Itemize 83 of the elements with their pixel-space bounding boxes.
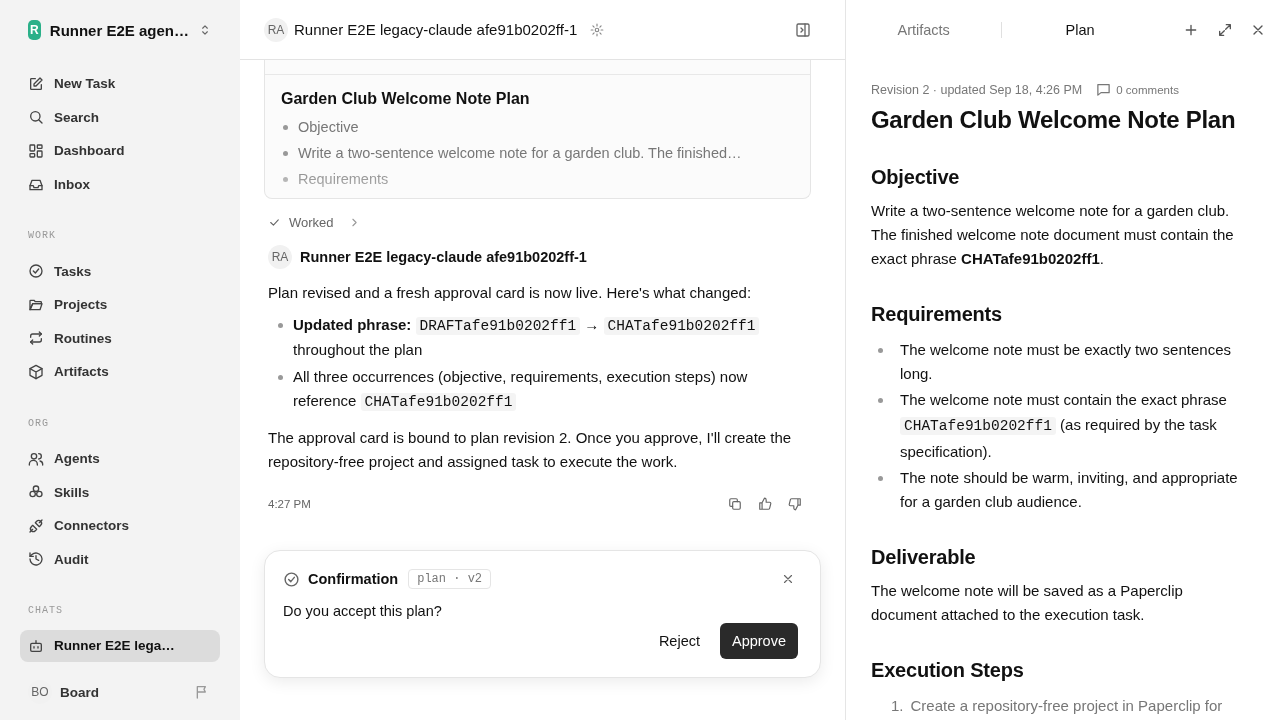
check-circle-icon [28,263,44,280]
sidebar-item[interactable]: Routines [20,322,220,355]
bullet-icon [878,398,883,403]
bullet-icon [278,323,283,328]
sidebar-item[interactable]: Connectors [20,509,220,542]
section-heading: ORG [27,417,50,429]
list-number: 1. [891,696,904,716]
list-item-text: The note should be warm, inviting, and appropriate for a garden club audience. [900,468,1239,512]
section-heading: Deliverable [871,546,977,569]
document-title: Garden Club Welcome Note Plan [871,106,1237,134]
workspace-name: Runner E2E agen… [49,21,189,39]
comments-link[interactable]: 0 comments [1096,82,1179,97]
bullet-icon [878,348,883,353]
list-item-text: The welcome note must be exactly two sentences long. [900,340,1232,384]
message-text: The approval card is bound to plan revision 2. Once you approve, I'll create the repository-free project and assigned task to execute the work. [268,428,793,472]
panel-tab[interactable]: Artifacts [846,22,1002,38]
plan-preview-card[interactable]: Garden Club Welcome Note Plan Objective Write a two-sentence welcome note for a garden club. The finished… Requirements [264,60,811,199]
reject-button[interactable]: Reject [646,623,712,659]
bullet-icon [283,124,288,130]
agent-avatar: RA [268,245,292,269]
sidebar-item[interactable]: Audit [20,543,220,576]
list-text: Create a repository-free project in Paperclip for [910,696,1223,716]
paragraph: Write a two-sentence welcome note for a garden club. The finished welcome note document must contain the exact phrase CHATafe91b0202ff1. [871,201,1235,269]
author-name: Runner E2E legacy-claude afe91b0202ff-1 [300,249,587,265]
workspace-logo: R [28,20,41,40]
history-clock-icon [28,551,44,568]
sidebar-item[interactable]: Search [20,101,220,134]
thumbs-up-icon [758,497,772,511]
section-heading: WORK [27,230,57,242]
bullet-icon [283,176,288,182]
people-icon [28,450,44,467]
plug-icon [28,517,44,534]
thumbs-down-icon [788,497,802,511]
cube-icon [28,363,44,380]
side-panel-icon [795,21,811,38]
sidebar-item[interactable]: Artifacts [20,356,220,388]
plan-title: Garden Club Welcome Note Plan [281,90,531,108]
plan-item: Objective [298,119,359,135]
list-item-text: All three occurrences (objective, requirements, execution steps) now reference CHATafe91b0202ff1 [293,367,749,413]
sidebar-item[interactable]: Projects [20,288,220,321]
sidebar-item[interactable]: New Task [20,68,220,100]
agent-avatar: RA [264,17,288,42]
user-name: Board [60,684,99,700]
bullet-icon [278,375,283,380]
plan-item: Requirements [298,171,389,187]
sidebar-item[interactable]: Skills [20,476,220,508]
panel-tab[interactable]: Plan [1002,22,1158,38]
version-tag: plan · v2 [408,569,492,589]
worked-toggle[interactable]: Worked [268,213,811,231]
check-circle-icon [283,570,300,588]
section-heading: Requirements [871,303,1003,326]
sidebar-item[interactable]: Inbox [20,168,220,201]
comment-icon [1096,82,1112,97]
repeat-arrows-icon [28,330,44,347]
list-item-text: Updated phrase: DRAFTafe91b0202ff1 → CHATafe91b0202ff1 throughout the plan [293,313,811,362]
workspace-switcher[interactable]: R Runner E2E agen… [20,18,220,42]
sidebar-item[interactable]: Tasks [20,255,220,287]
section-heading: Execution Steps [871,659,1025,682]
sidebar-item[interactable]: Runner E2E lega… [20,630,220,662]
section-heading: CHATS [27,605,64,617]
message-text: Plan revised and a fresh approval card is now live. Here's what changed: [268,283,753,303]
robot-icon [28,637,44,654]
revision-info: Revision 2 · updated Sep 18, 4:26 PM [871,82,1083,97]
sidebar-item[interactable]: Agents [20,442,220,475]
settings-icon [590,22,605,37]
confirmation-question: Do you accept this plan? [283,603,443,619]
confirmation-title: Confirmation [308,571,399,587]
pencil-square-icon [28,75,44,92]
close-icon [781,572,795,586]
bullet-icon [283,150,288,156]
search-icon [28,109,44,126]
section-heading: Objective [871,166,961,189]
bullet-icon [878,476,883,481]
chat-title: Runner E2E legacy-claude afe91b0202ff-1 [294,21,578,38]
sidebar-item[interactable]: Dashboard [20,135,220,167]
approve-button[interactable]: Approve [720,623,798,659]
expand-arrows-icon [1216,22,1233,38]
list-item-text: The welcome note must contain the exact phrase CHATafe91b0202ff1 (as required by the task specification). [900,390,1228,462]
dashboard-grid-icon [28,143,44,159]
copy-icon [728,497,742,511]
timestamp: 4:27 PM [268,498,311,510]
plan-item: Write a two-sentence welcome note for a garden club. The finished… [298,145,742,161]
paragraph: The welcome note will be saved as a Paperclip document attached to the execution task. [871,581,1184,625]
